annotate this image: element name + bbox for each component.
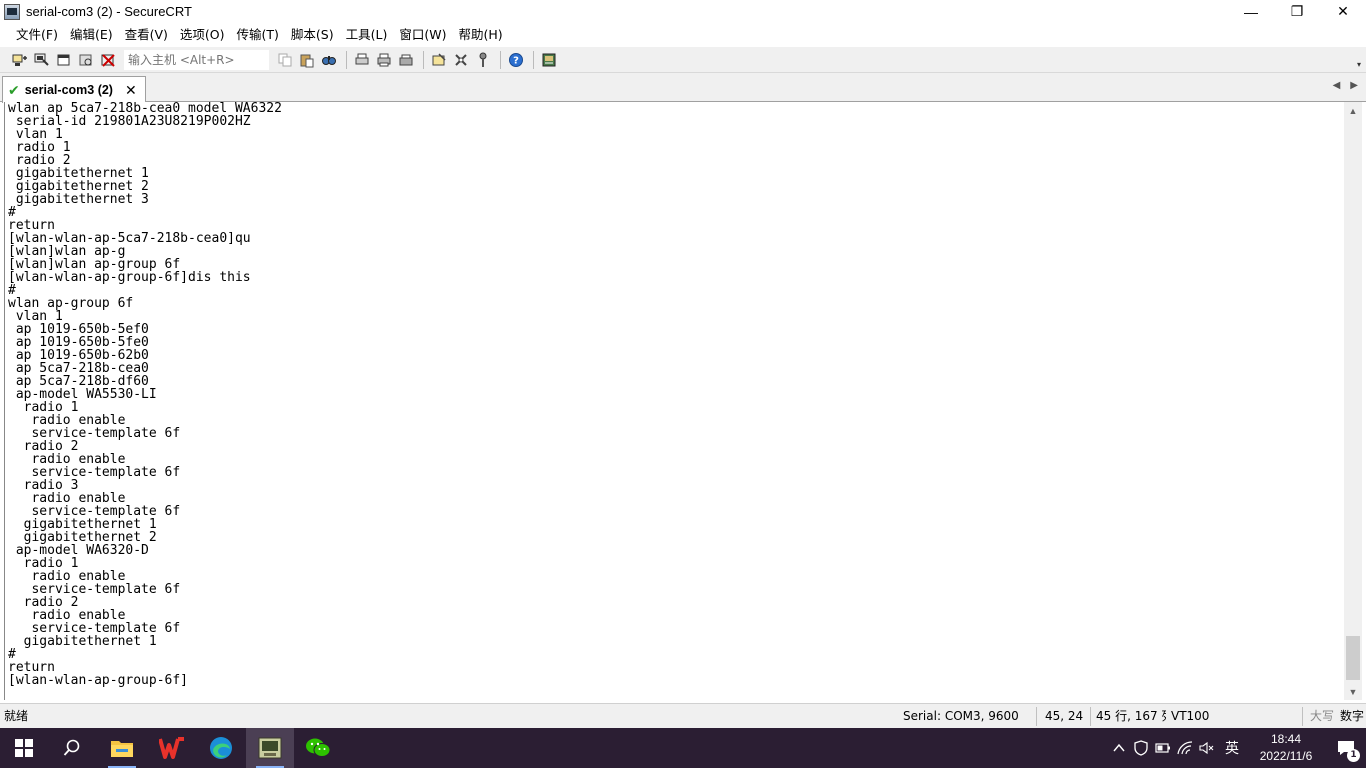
reconnect-icon[interactable] [76, 50, 96, 70]
battery-icon[interactable] [1152, 728, 1174, 768]
quick-connect-icon[interactable] [32, 50, 52, 70]
terminal-output[interactable]: wlan ap 5ca7-218b-cea0 model WA6322 seri… [4, 102, 1344, 700]
ime-indicator[interactable]: 英 [1218, 728, 1246, 768]
print-icon[interactable] [374, 50, 394, 70]
clock[interactable]: 18:44 2022/11/6 [1246, 728, 1326, 768]
securecrt-icon[interactable] [246, 728, 294, 768]
terminal-text: wlan ap 5ca7-218b-cea0 model WA6322 seri… [8, 102, 282, 687]
security-shield-icon[interactable] [1130, 728, 1152, 768]
terminal-scrollbar[interactable]: ▲ ▼ [1344, 102, 1362, 700]
paste-icon[interactable] [297, 50, 317, 70]
title-bar: serial-com3 (2) - SecureCRT — ❐ ✕ [0, 0, 1366, 23]
print-setup-icon[interactable] [352, 50, 372, 70]
notification-center-icon[interactable]: 1 [1326, 728, 1366, 768]
status-divider [1036, 707, 1037, 726]
file-explorer-icon[interactable] [98, 728, 146, 768]
search-icon[interactable] [48, 728, 96, 768]
taskbar: 英 18:44 2022/11/6 1 [0, 728, 1366, 768]
menu-transfer[interactable]: 传输(T) [231, 24, 285, 46]
clock-time: 18:44 [1270, 732, 1302, 746]
status-size: 45 行, 167 列 [1096, 709, 1166, 723]
menu-help[interactable]: 帮助(H) [452, 24, 508, 46]
scroll-up-icon[interactable]: ▲ [1344, 102, 1362, 119]
tab-close-icon[interactable]: ✕ [125, 82, 137, 99]
toolbar-separator [533, 50, 534, 69]
status-connection: Serial: COM3, 9600 [903, 709, 1019, 723]
volume-muted-icon[interactable] [1196, 728, 1218, 768]
terminal-line: [wlan-wlan-ap-group-6f] [8, 673, 189, 688]
menu-view[interactable]: 查看(V) [119, 24, 174, 46]
disconnect-icon[interactable] [98, 50, 118, 70]
connect-icon[interactable] [10, 50, 30, 70]
terminal-line: gigabitethernet 1 [8, 634, 157, 649]
scrollbar-thumb[interactable] [1346, 636, 1360, 680]
print-screen-icon[interactable] [396, 50, 416, 70]
edge-icon[interactable] [197, 728, 245, 768]
close-button[interactable]: ✕ [1320, 0, 1366, 23]
clock-date: 2022/11/6 [1259, 749, 1313, 763]
wps-icon[interactable] [148, 728, 196, 768]
host-input[interactable] [124, 49, 269, 70]
copy-icon[interactable] [275, 50, 295, 70]
find-icon[interactable] [319, 50, 339, 70]
status-num: 数字 [1340, 709, 1365, 723]
system-tray: 英 18:44 2022/11/6 1 [1108, 728, 1366, 768]
svg-text:?: ? [513, 55, 519, 66]
toolbar-overflow-icon[interactable]: ▾ [1354, 51, 1364, 69]
scroll-down-icon[interactable]: ▼ [1344, 683, 1362, 700]
restore-button[interactable]: ❐ [1274, 0, 1320, 23]
notification-count-badge: 1 [1347, 749, 1360, 762]
securecrt-app-icon [4, 3, 20, 20]
show-hidden-icons-icon[interactable] [1108, 728, 1130, 768]
tab-strip: ✔ serial-com3 (2) ✕ ◀ ▶ [0, 73, 1366, 103]
menu-tools[interactable]: 工具(L) [340, 24, 394, 46]
minimize-button[interactable]: — [1228, 0, 1274, 23]
session-tab-label: serial-com3 (2) [24, 83, 113, 97]
toolbar: ? ▾ [0, 47, 1366, 73]
sftp-icon[interactable] [539, 50, 559, 70]
terminal-line: gigabitethernet 3 [8, 192, 149, 207]
tab-scroll-right-icon[interactable]: ▶ [1350, 80, 1358, 91]
wechat-icon[interactable] [294, 728, 342, 768]
status-emulation: VT100 [1171, 709, 1210, 723]
tab-scroll-left-icon[interactable]: ◀ [1333, 80, 1341, 91]
toolbar-separator [423, 50, 424, 69]
status-ready: 就绪 [4, 709, 29, 723]
menu-edit[interactable]: 编辑(E) [64, 24, 119, 46]
session-options-icon[interactable] [429, 50, 449, 70]
keymap-icon[interactable] [473, 50, 493, 70]
status-caps: 大写 [1310, 709, 1335, 723]
session-tab[interactable]: ✔ serial-com3 (2) ✕ [2, 76, 146, 103]
connect-tab-icon[interactable] [54, 50, 74, 70]
help-icon[interactable]: ? [506, 50, 526, 70]
status-divider [1302, 707, 1303, 726]
menu-bar: 文件(F) 编辑(E) 查看(V) 选项(O) 传输(T) 脚本(S) 工具(L… [0, 23, 1366, 47]
menu-window[interactable]: 窗口(W) [393, 24, 452, 46]
toolbar-separator [500, 50, 501, 69]
window-title: serial-com3 (2) - SecureCRT [26, 4, 192, 19]
toolbar-separator [346, 50, 347, 69]
status-divider [1090, 707, 1091, 726]
status-cursor: 45, 24 [1045, 709, 1084, 723]
menu-script[interactable]: 脚本(S) [285, 24, 340, 46]
global-options-icon[interactable] [451, 50, 471, 70]
status-bar: 就绪 Serial: COM3, 9600 45, 24 45 行, 167 列… [0, 703, 1366, 728]
menu-file[interactable]: 文件(F) [10, 24, 64, 46]
menu-options[interactable]: 选项(O) [174, 24, 231, 46]
start-icon[interactable] [0, 728, 48, 768]
connected-check-icon: ✔ [8, 81, 20, 98]
wifi-icon[interactable] [1174, 728, 1196, 768]
terminal-line: [wlan-wlan-ap-group-6f]dis this [8, 270, 251, 285]
